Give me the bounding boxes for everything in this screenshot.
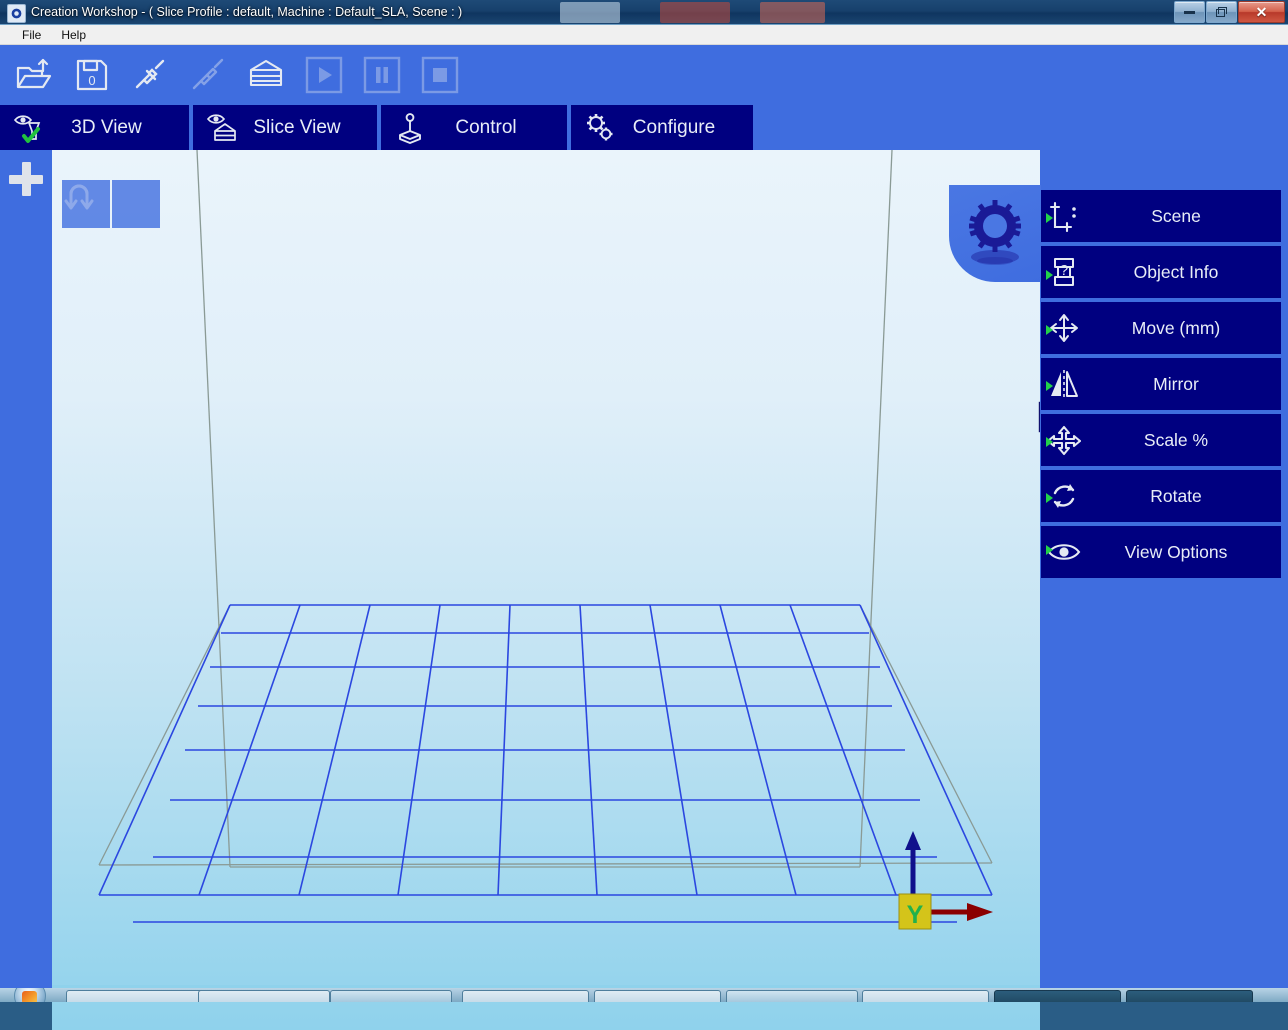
axis-gizmo: Y	[898, 831, 993, 930]
title-bar: Creation Workshop - ( Slice Profile : de…	[0, 0, 1288, 25]
open-file-button[interactable]	[8, 51, 60, 99]
tab-configure[interactable]: Configure	[571, 105, 753, 150]
eye-object-check-icon	[10, 111, 48, 145]
rotate-button[interactable]: Rotate	[1041, 470, 1281, 522]
window-title: Creation Workshop - ( Slice Profile : de…	[31, 5, 463, 19]
menu-item-help[interactable]: Help	[51, 26, 96, 44]
move-arrows-icon	[1041, 312, 1087, 344]
axes-scene-icon	[1041, 200, 1087, 232]
window-controls: ✕	[1174, 1, 1285, 23]
taskbar-item[interactable]	[994, 990, 1121, 1002]
slice-button[interactable]	[240, 51, 292, 99]
start-button[interactable]	[14, 988, 46, 1002]
build-platform-grid	[98, 604, 993, 923]
scale-button[interactable]: Scale %	[1041, 414, 1281, 466]
redo-button[interactable]	[69, 180, 160, 228]
mirror-icon	[1041, 368, 1087, 400]
main-toolbar: 0	[0, 45, 1288, 105]
close-button[interactable]: ✕	[1238, 1, 1285, 23]
taskbar-item[interactable]	[462, 990, 589, 1002]
tab-label: Control	[455, 116, 517, 138]
taskbar-item[interactable]	[726, 990, 858, 1002]
grid-platform-icon[interactable]	[1038, 401, 1040, 496]
tab-control[interactable]: Control	[381, 105, 567, 150]
taskbar-item[interactable]	[66, 990, 218, 1002]
tab-label: Configure	[632, 116, 716, 138]
taskbar-item[interactable]	[594, 990, 721, 1002]
view-icon-group	[1037, 400, 1040, 496]
object-info-button[interactable]: ? Object Info	[1041, 246, 1281, 298]
scene-button[interactable]: Scene	[1041, 190, 1281, 242]
menu-bar: File Help	[0, 25, 1288, 45]
minimize-button[interactable]	[1174, 1, 1205, 23]
tool-label: Scale %	[1143, 429, 1209, 450]
view-tabs: 3D View Slice View Control Configure	[0, 105, 753, 150]
tab-label: 3D View	[71, 116, 142, 138]
tab-3d-view[interactable]: 3D View	[0, 105, 189, 150]
pause-button[interactable]	[356, 51, 408, 99]
taskbar-item[interactable]	[198, 990, 330, 1002]
tool-label: Mirror	[1153, 373, 1199, 394]
connect-button[interactable]	[124, 51, 176, 99]
tool-label: View Options	[1124, 541, 1228, 562]
plus-icon[interactable]	[9, 162, 43, 196]
tool-label: Scene	[1151, 205, 1201, 226]
tab-label: Slice View	[253, 116, 341, 138]
app-gear-icon	[7, 4, 26, 23]
view-options-button[interactable]: View Options	[1041, 526, 1281, 578]
app-chrome: 0 3D View Slice View Control Configure Y…	[0, 45, 1288, 1030]
tab-slice-view[interactable]: Slice View	[193, 105, 377, 150]
taskbar-item[interactable]	[862, 990, 989, 1002]
taskbar-item[interactable]	[1126, 990, 1253, 1002]
sun-gear-logo-icon	[949, 185, 1041, 282]
taskbar-item[interactable]	[330, 990, 452, 1002]
play-button[interactable]	[298, 51, 350, 99]
tool-label: Object Info	[1133, 261, 1219, 282]
svg-text:?: ?	[1060, 262, 1068, 279]
eye-layers-icon	[203, 111, 241, 145]
stop-button[interactable]	[414, 51, 466, 99]
tool-label: Rotate	[1150, 485, 1202, 506]
windows-taskbar	[0, 988, 1288, 1002]
joystick-icon	[391, 111, 429, 145]
restore-button[interactable]	[1206, 1, 1237, 23]
menu-item-file[interactable]: File	[12, 26, 51, 44]
undo-redo-group	[62, 180, 160, 228]
svg-text:0: 0	[88, 73, 95, 88]
disconnect-button[interactable]	[182, 51, 234, 99]
move-button[interactable]: Move (mm)	[1041, 302, 1281, 354]
object-info-icon: ?	[1041, 255, 1087, 289]
3d-viewport[interactable]: Y	[52, 150, 1040, 1030]
scale-icon	[1041, 424, 1087, 456]
mirror-button[interactable]: Mirror	[1041, 358, 1281, 410]
tools-panel: Scene ? Object Info Move (mm) Mirror Sca…	[1041, 190, 1281, 578]
left-sidebar	[0, 150, 52, 1002]
gears-icon	[581, 111, 619, 145]
application-window: Creation Workshop - ( Slice Profile : de…	[0, 0, 1288, 1030]
eye-icon	[1041, 540, 1087, 564]
svg-text:Y: Y	[907, 901, 924, 929]
tool-label: Move (mm)	[1131, 317, 1221, 338]
3d-scene: Y	[98, 150, 993, 930]
save-file-button[interactable]: 0	[66, 51, 118, 99]
rotate-icon	[1041, 480, 1087, 512]
